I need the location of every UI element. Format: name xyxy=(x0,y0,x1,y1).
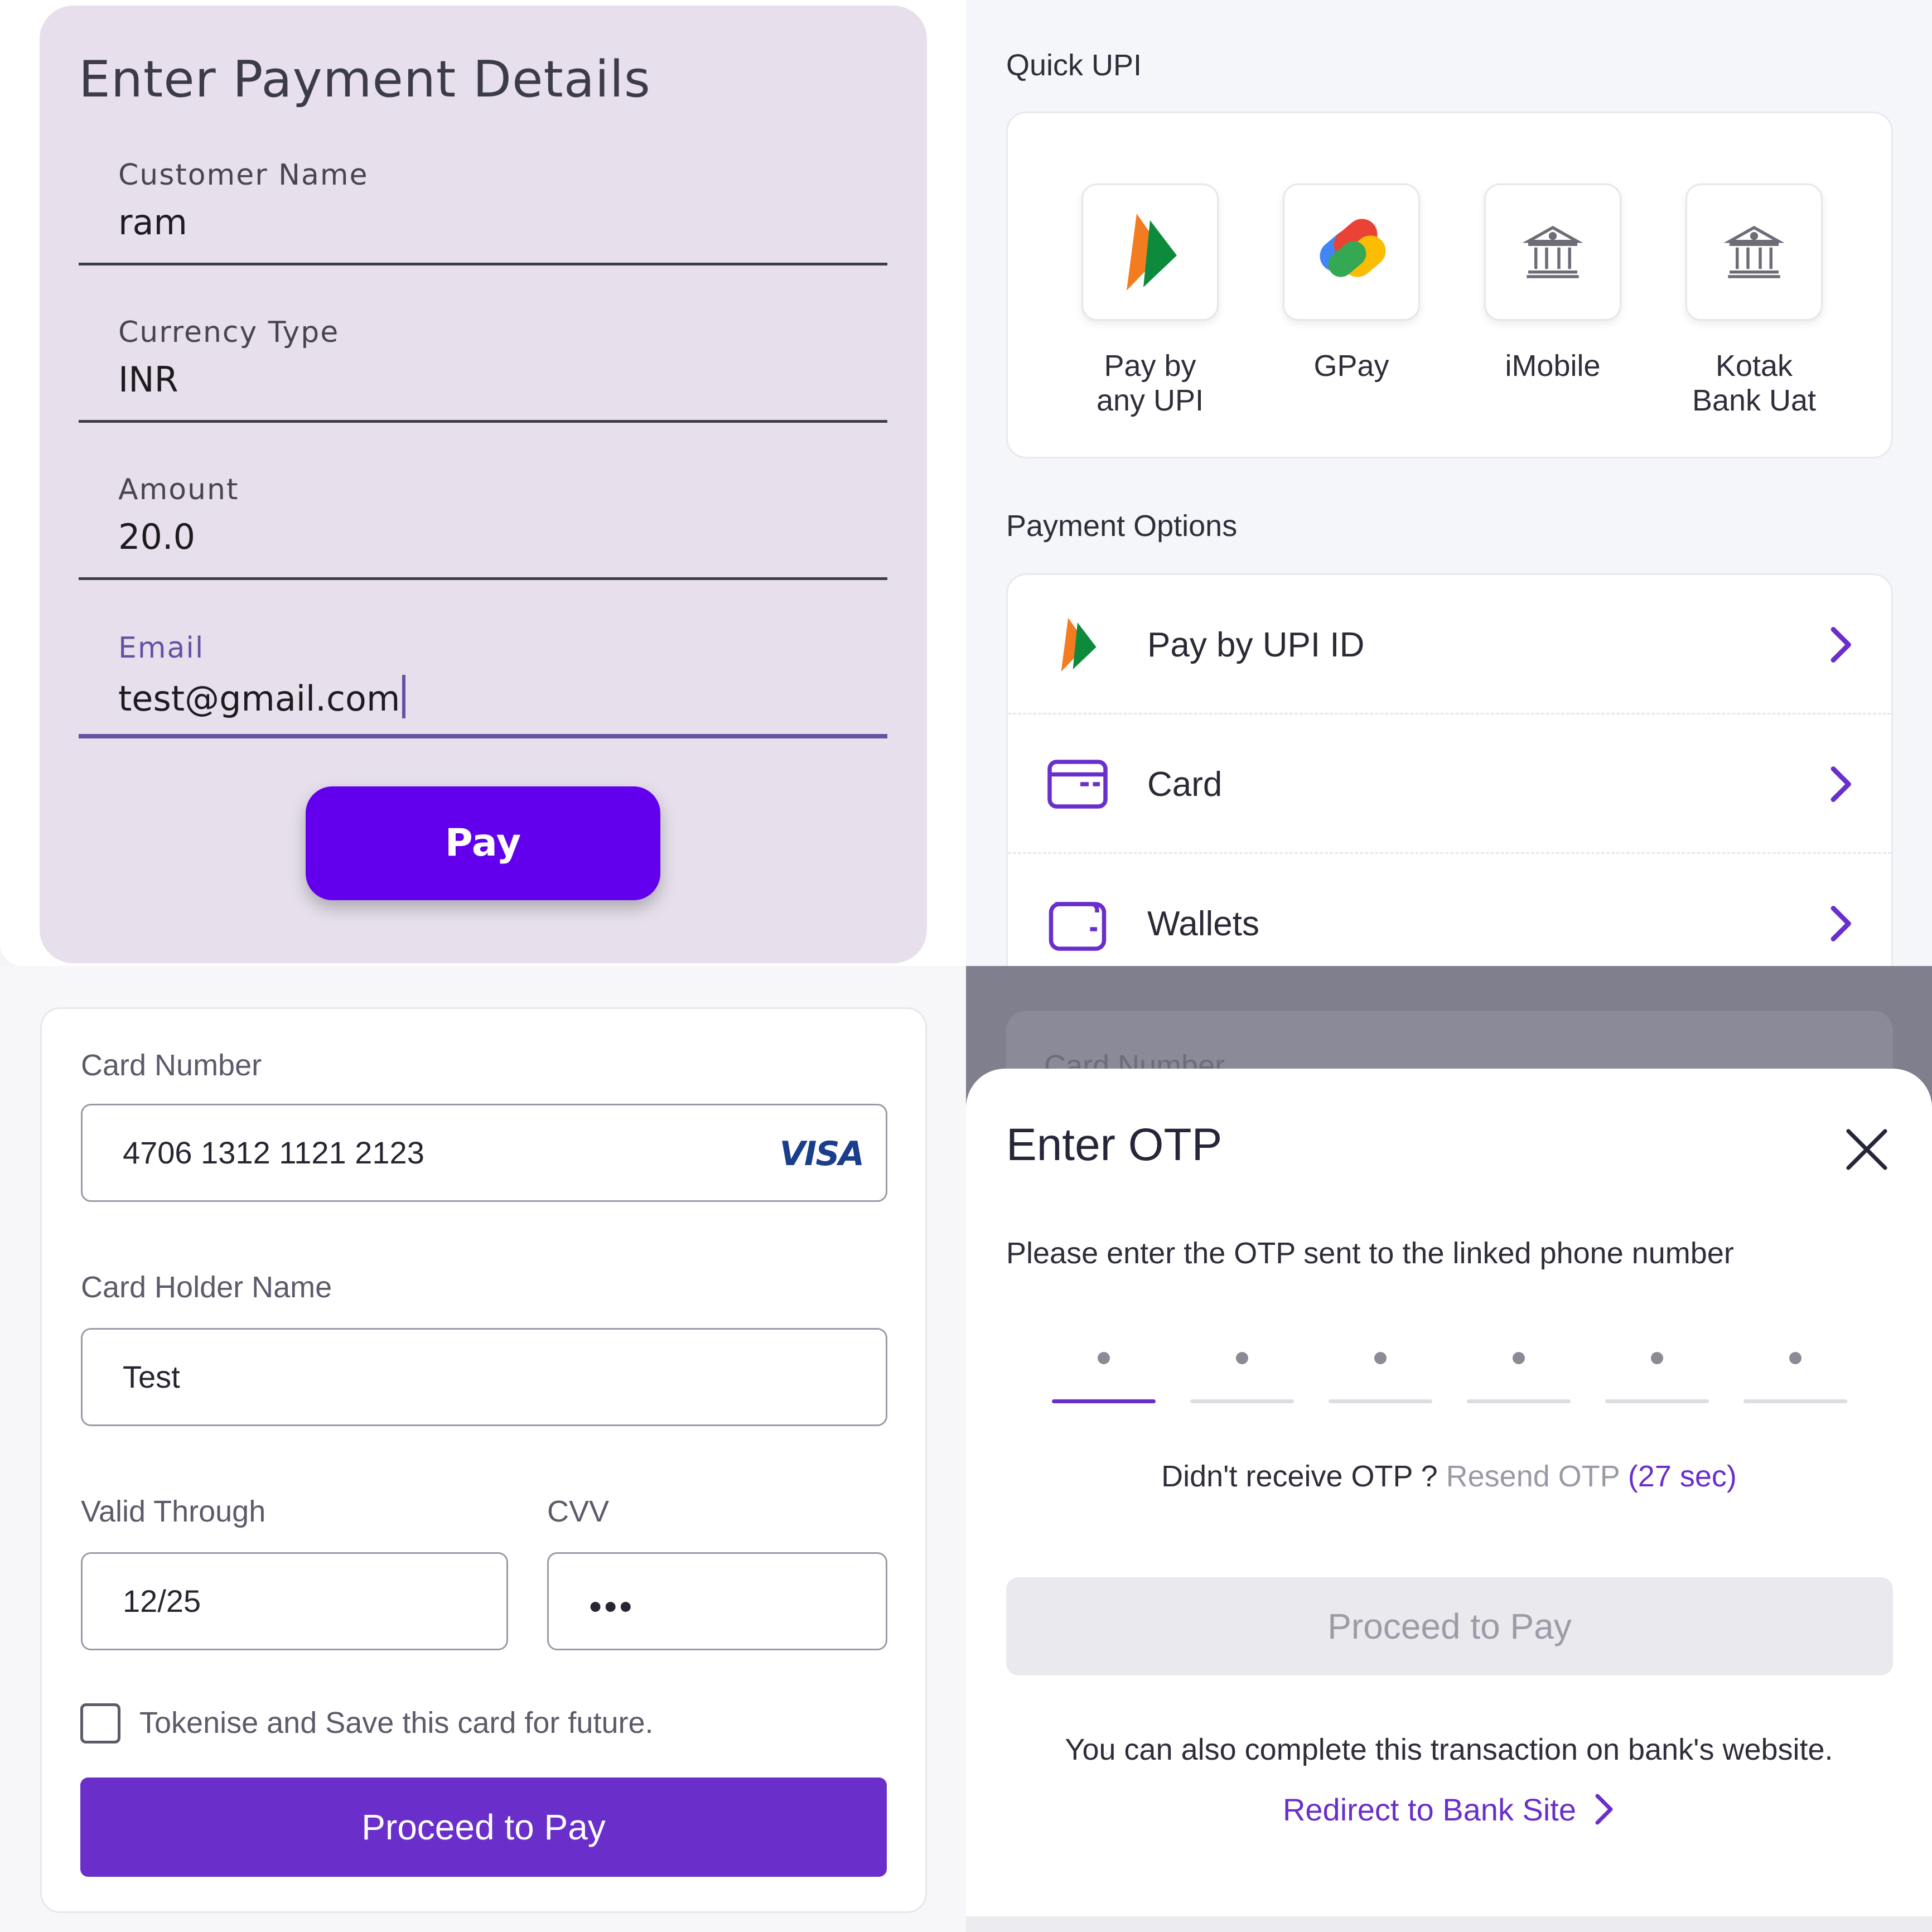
otp-bottom-sheet: Enter OTP Please enter the OTP sent to t… xyxy=(966,1069,1932,1916)
otp-digit-input[interactable] xyxy=(1605,1347,1709,1403)
card-icon xyxy=(1047,760,1108,809)
field-label: Currency Type xyxy=(118,316,340,349)
otp-digit-input[interactable] xyxy=(1190,1347,1294,1403)
upi-app-any[interactable]: Pay by any UPI xyxy=(1080,183,1220,418)
card-holder-label: Card Holder Name xyxy=(81,1271,332,1304)
field-label: Amount xyxy=(118,473,239,506)
option-label: Pay by UPI ID xyxy=(1147,626,1365,664)
proceed-to-pay-button-disabled[interactable]: Proceed to Pay xyxy=(1006,1577,1893,1675)
email-value-wrap: test@gmail.com xyxy=(118,675,406,719)
quick-upi-card: Pay by any UPI GPay iMobile Kotak Bank U… xyxy=(1006,112,1893,458)
save-card-checkbox[interactable] xyxy=(80,1703,120,1743)
option-card[interactable]: Card xyxy=(1008,714,1891,854)
bhim-upi-icon xyxy=(1061,617,1097,672)
field-label: Customer Name xyxy=(118,158,369,192)
otp-screen: Card Number Enter OTP Please enter the O… xyxy=(966,966,1932,1932)
upi-app-tile[interactable] xyxy=(1484,183,1621,321)
resend-prompt: Didn't receive OTP ? xyxy=(1161,1460,1438,1493)
otp-digit-input[interactable] xyxy=(1329,1347,1432,1403)
cvv-input[interactable]: ••• xyxy=(547,1552,887,1650)
otp-digit-input[interactable] xyxy=(1052,1347,1156,1403)
payment-options-title: Payment Options xyxy=(1006,509,1238,543)
upi-app-tile[interactable] xyxy=(1685,183,1823,321)
field-value: 20.0 xyxy=(118,516,196,557)
proceed-to-pay-button[interactable]: Proceed to Pay xyxy=(80,1778,887,1877)
option-label: Wallets xyxy=(1147,905,1259,943)
option-wallets[interactable]: Wallets xyxy=(1008,854,1891,966)
payment-details-screen: Enter Payment Details Customer Name ram … xyxy=(0,0,966,966)
save-card-label: Tokenise and Save this card for future. xyxy=(139,1706,654,1740)
chevron-right-icon xyxy=(1830,627,1851,663)
customer-name-field[interactable]: Customer Name ram xyxy=(79,154,887,265)
upi-app-gpay[interactable]: GPay xyxy=(1282,183,1421,383)
option-label: Card xyxy=(1147,765,1223,804)
upi-app-name: Kotak Bank Uat xyxy=(1692,349,1817,417)
upi-app-name: Pay by any UPI xyxy=(1096,349,1204,417)
valid-through-label: Valid Through xyxy=(81,1495,266,1528)
payment-options-card: Pay by UPI ID Card Wallets xyxy=(1006,573,1893,966)
quick-upi-title: Quick UPI xyxy=(1006,49,1142,82)
valid-through-value: 12/25 xyxy=(123,1583,201,1619)
pay-button[interactable]: Pay xyxy=(306,786,660,900)
field-value: ram xyxy=(118,202,187,243)
checkout-options-screen: Quick UPI Pay by any UPI GPay iMobile Ko… xyxy=(966,0,1932,966)
upi-app-imobile[interactable]: iMobile xyxy=(1483,183,1622,383)
otp-digit-input[interactable] xyxy=(1467,1347,1571,1403)
card-number-input[interactable]: 4706 1312 1121 2123 VISA xyxy=(81,1104,887,1202)
cvv-label: CVV xyxy=(547,1495,610,1528)
bank-icon xyxy=(1723,225,1785,278)
upi-app-tile[interactable] xyxy=(1081,183,1219,321)
bank-icon xyxy=(1522,225,1583,278)
upi-app-kotak[interactable]: Kotak Bank Uat xyxy=(1684,183,1824,418)
gpay-icon xyxy=(1320,219,1386,277)
upi-app-name: iMobile xyxy=(1505,349,1601,383)
redirect-label: Redirect to Bank Site xyxy=(1282,1792,1577,1827)
close-icon[interactable] xyxy=(1842,1124,1892,1175)
field-value: test@gmail.com xyxy=(118,678,400,719)
chevron-right-icon xyxy=(1830,906,1851,941)
visa-logo: VISA xyxy=(779,1134,864,1173)
chevron-right-icon xyxy=(1595,1794,1613,1825)
upi-app-name: GPay xyxy=(1313,349,1389,383)
resend-timer: (27 sec) xyxy=(1627,1460,1737,1493)
otp-title: Enter OTP xyxy=(1006,1119,1223,1170)
text-cursor xyxy=(402,675,406,718)
bhim-upi-icon xyxy=(1127,214,1177,291)
bottom-bar xyxy=(966,1916,1932,1932)
upi-app-tile[interactable] xyxy=(1283,183,1420,321)
field-value: INR xyxy=(118,359,178,400)
cvv-masked-value: ••• xyxy=(589,1586,635,1627)
field-label: Email xyxy=(118,631,205,665)
wallet-icon xyxy=(1049,902,1107,951)
card-holder-value: Test xyxy=(123,1359,180,1394)
card-holder-input[interactable]: Test xyxy=(81,1328,887,1426)
email-field[interactable]: Email test@gmail.com xyxy=(79,627,887,738)
otp-message: Please enter the OTP sent to the linked … xyxy=(1006,1237,1734,1270)
otp-digit-input[interactable] xyxy=(1743,1347,1847,1403)
valid-through-input[interactable]: 12/25 xyxy=(81,1552,508,1650)
currency-type-field[interactable]: Currency Type INR xyxy=(79,311,887,423)
bank-website-note: You can also complete this transaction o… xyxy=(1065,1733,1833,1766)
card-details-screen: Card Number 4706 1312 1121 2123 VISA Car… xyxy=(0,966,966,1932)
resend-row: Didn't receive OTP ? Resend OTP (27 sec) xyxy=(966,1459,1932,1494)
resend-otp-link[interactable]: Resend OTP xyxy=(1446,1460,1620,1493)
card-number-label: Card Number xyxy=(81,1049,262,1082)
redirect-to-bank-link[interactable]: Redirect to Bank Site xyxy=(966,1791,1932,1828)
chevron-right-icon xyxy=(1830,766,1851,802)
card-number-value: 4706 1312 1121 2123 xyxy=(123,1135,424,1170)
option-upi-id[interactable]: Pay by UPI ID xyxy=(1008,575,1891,714)
amount-field[interactable]: Amount 20.0 xyxy=(79,468,887,580)
page-title: Enter Payment Details xyxy=(79,50,651,109)
